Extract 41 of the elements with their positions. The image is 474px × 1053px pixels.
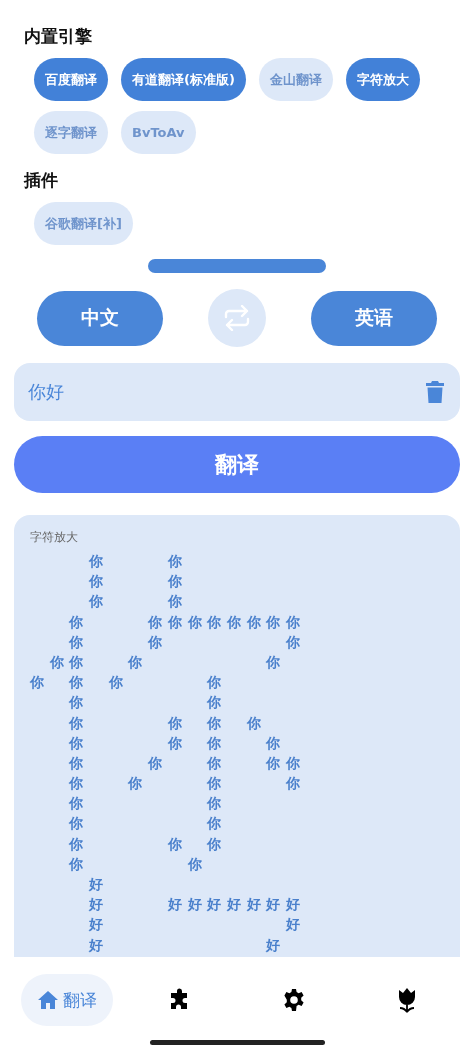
engine-chip[interactable]: 逐字翻译 xyxy=(34,111,108,154)
translate-button[interactable]: 翻译 xyxy=(14,436,460,493)
result-text-line: 好 好好好好好好好 xyxy=(87,895,306,915)
result-text-line: 你你 你 你 xyxy=(48,652,287,672)
target-language-button[interactable]: 英语 xyxy=(311,290,437,346)
engine-chip[interactable]: 谷歌翻译[补] xyxy=(34,202,133,245)
home-icon xyxy=(36,990,59,1010)
result-text-line: 你 你 你 xyxy=(68,632,306,652)
engine-chip[interactable]: 有道翻译(标准版) xyxy=(121,58,246,101)
swap-icon xyxy=(223,305,251,331)
result-text-line: 好 好 xyxy=(87,935,287,955)
result-text-line: 你 你 你 你你 xyxy=(68,753,306,773)
result-text-line: 你 你 你 xyxy=(68,834,227,854)
text-input[interactable]: 你好 xyxy=(28,381,426,403)
drag-handle[interactable] xyxy=(148,259,326,273)
engine-chip[interactable]: 字符放大 xyxy=(345,58,420,101)
trash-icon[interactable] xyxy=(426,381,444,403)
result-text-line: 你 你 xyxy=(68,854,208,874)
result-text-line: 你 你 你 你 xyxy=(30,673,227,693)
source-language-button[interactable]: 中文 xyxy=(37,290,163,346)
result-engine-label: 字符放大 xyxy=(30,529,79,546)
engine-chip[interactable]: 金山翻译 xyxy=(258,58,333,101)
engine-chip[interactable]: 百度翻译 xyxy=(34,58,108,101)
section-heading: 内置引擎 xyxy=(24,25,93,48)
result-text-line: 你 你 xyxy=(88,572,188,592)
result-text-line: 你 你 xyxy=(68,794,227,814)
result-text-line: 你 你 xyxy=(88,552,188,571)
home-tab[interactable]: 翻译 xyxy=(20,974,113,1026)
result-text-line: 你 你 你 你 xyxy=(68,733,287,753)
result-text-line: 你 你 xyxy=(68,814,227,834)
result-text-line: 好 好 xyxy=(87,915,306,935)
input-field[interactable]: 你好 xyxy=(14,363,460,421)
result-text-line: 你 你 你 你 xyxy=(68,774,306,794)
result-text-line: 好 xyxy=(87,875,109,894)
result-text-line: 你 你 xyxy=(68,693,227,713)
settings-icon xyxy=(281,988,306,1012)
result-text-line: 你 你 xyxy=(88,592,188,612)
result-text-line: 你 你 你 你 xyxy=(68,713,267,733)
result-text-line: 你 你你你你你你你你 xyxy=(68,612,306,632)
engine-chip[interactable]: BvToAv xyxy=(121,111,196,154)
section-heading: 插件 xyxy=(24,169,59,192)
